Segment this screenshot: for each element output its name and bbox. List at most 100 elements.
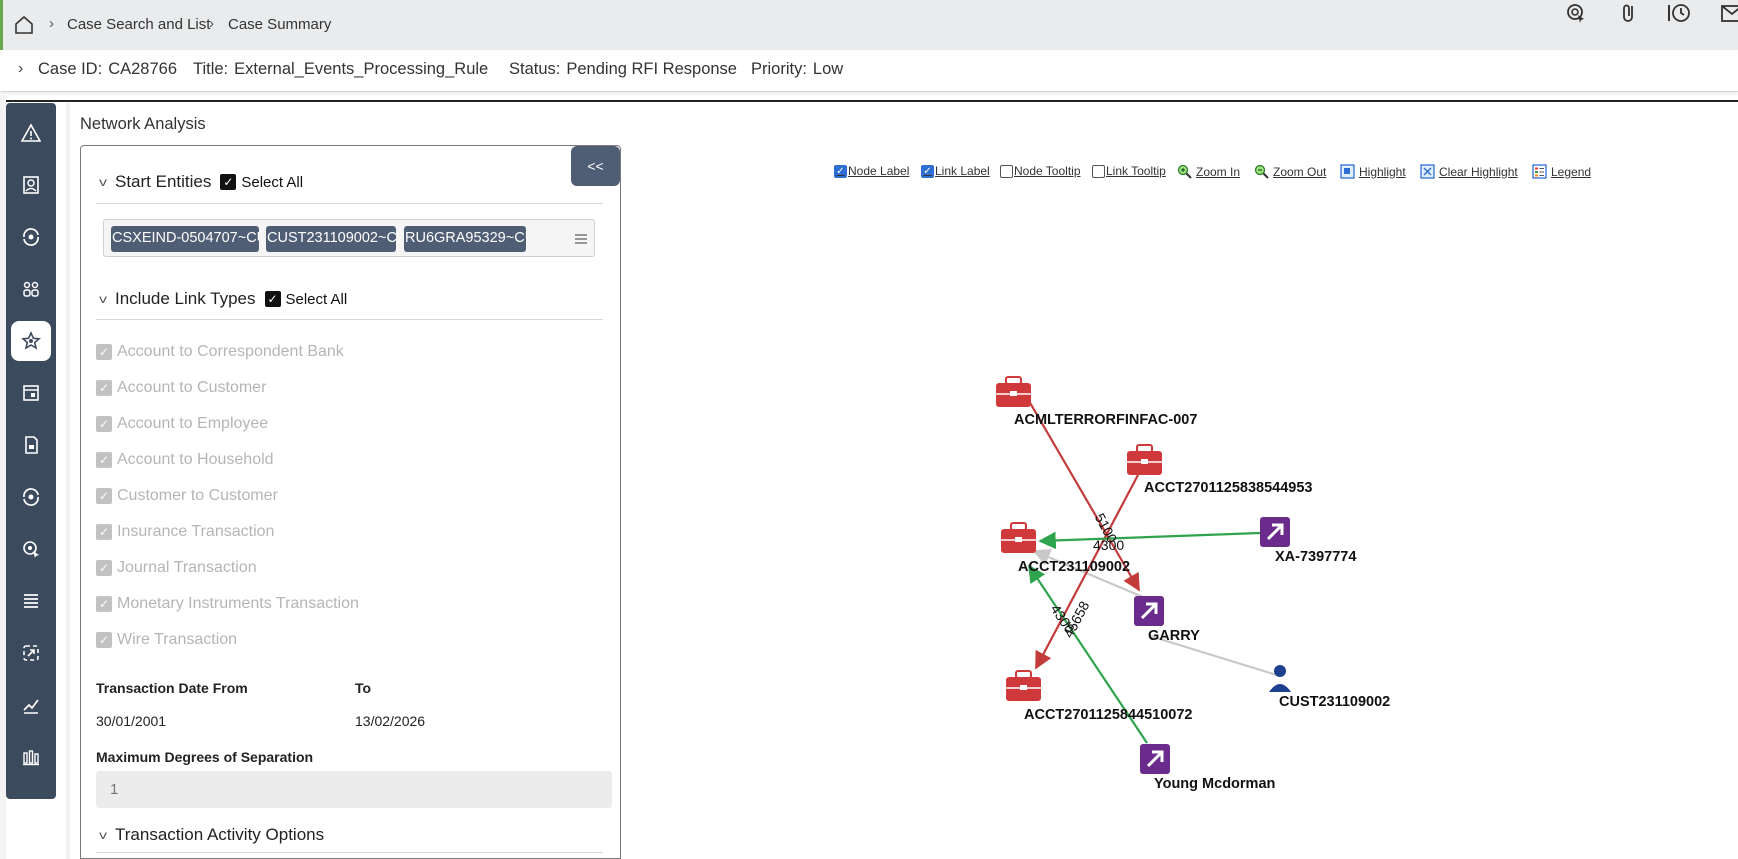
zoom-out-label: Zoom Out (1273, 164, 1327, 179)
checkbox[interactable]: ✓ (921, 164, 934, 178)
customer-node[interactable]: CUST231109002 (1269, 665, 1390, 710)
checkbox[interactable]: ✓ (834, 164, 847, 178)
divider (96, 852, 603, 853)
link-label-toggle[interactable]: ✓ Link Label (921, 164, 990, 178)
link-type-option[interactable]: ✓ Account to Household (96, 451, 274, 469)
entity-chip[interactable]: CSXEIND-0504707~CU (111, 226, 259, 252)
link-type-option[interactable]: ✓ Wire Transaction (96, 631, 237, 649)
checkbox[interactable]: ✓ (96, 632, 112, 648)
checkbox[interactable]: ✓ (96, 560, 112, 576)
node-tooltip-text: Node Tooltip (1014, 164, 1081, 178)
highlight-button[interactable]: Highlight (1340, 164, 1406, 179)
page-title: Network Analysis (80, 115, 206, 133)
external-entity-node[interactable]: GARRY (1134, 596, 1200, 644)
network-analysis-nav-icon[interactable] (11, 321, 51, 361)
checkbox[interactable]: ✓ (96, 488, 112, 504)
link-type-option[interactable]: ✓ Insurance Transaction (96, 523, 274, 541)
chevron-down-icon: v (99, 175, 107, 189)
home-icon[interactable] (13, 14, 35, 36)
link-types-label: Include Link Types (115, 289, 256, 308)
zoom-out-button[interactable]: Zoom Out (1254, 164, 1326, 179)
breadcrumb-case-search[interactable]: Case Search and List (67, 16, 210, 33)
link-type-option[interactable]: ✓ Monetary Instruments Transaction (96, 595, 359, 613)
link-type-option[interactable]: ✓ Account to Customer (96, 379, 266, 397)
max-degree-input[interactable] (96, 771, 612, 808)
chevron-right-icon: › (209, 15, 214, 32)
collapse-panel-button[interactable]: << (571, 146, 620, 186)
top-bar: › Case Search and List › Case Summary (0, 0, 1738, 50)
case-id: Case ID: CA28766 (38, 60, 177, 78)
person-search-nav-icon[interactable] (11, 165, 51, 205)
divider (96, 319, 603, 320)
calendar-grid-nav-icon[interactable] (11, 373, 51, 413)
account-node[interactable]: ACMLTERRORFINFAC-007 (996, 376, 1197, 428)
paperclip-icon[interactable] (1616, 0, 1642, 26)
checkbox[interactable] (1000, 164, 1013, 178)
link-type-label: Account to Household (117, 451, 274, 468)
pointer-target-icon[interactable] (1563, 0, 1589, 26)
bar-chart-nav-icon[interactable] (11, 737, 51, 777)
chevron-down-icon: v (99, 828, 107, 842)
clear-highlight-label: Clear Highlight (1439, 164, 1518, 179)
start-entities-select-all-checkbox[interactable]: ✓ (220, 174, 237, 190)
link-type-option[interactable]: ✓ Account to Correspondent Bank (96, 343, 344, 361)
clear-highlight-button[interactable]: Clear Highlight (1420, 164, 1518, 179)
list-nav-icon[interactable] (11, 581, 51, 621)
link-type-option[interactable]: ✓ Account to Employee (96, 415, 268, 433)
checkbox[interactable]: ✓ (96, 524, 112, 540)
checkbox[interactable] (1092, 164, 1105, 178)
start-entities-multiselect[interactable]: CSXEIND-0504707~CU CUST231109002~CU RU6G… (103, 219, 595, 257)
history-icon[interactable] (1666, 0, 1692, 26)
graph-edge[interactable] (1038, 531, 1261, 550)
chevron-right-icon[interactable]: › (18, 60, 23, 78)
breadcrumb-case-summary[interactable]: Case Summary (228, 16, 331, 33)
account-node[interactable]: ACCT2701125844510072 (1006, 670, 1193, 723)
chevron-right-icon: › (49, 15, 54, 32)
link-types-header[interactable]: v Include Link Types ✓ Select All (99, 289, 348, 309)
entity-chip[interactable]: RU6GRA95329~CU (404, 226, 526, 252)
zoom-in-button[interactable]: Zoom In (1177, 164, 1240, 179)
pointer-target-nav-icon[interactable] (11, 529, 51, 569)
date-from-field[interactable]: 30/01/2001 (96, 713, 166, 729)
start-entities-header[interactable]: v Start Entities ✓ Select All (99, 172, 303, 192)
case-priority: Priority: Low (751, 60, 844, 78)
refresh-eye-nav-icon[interactable] (11, 217, 51, 257)
checkbox[interactable]: ✓ (96, 452, 112, 468)
refresh-eye-nav-icon-2[interactable] (11, 477, 51, 517)
activity-options-header[interactable]: v Transaction Activity Options (99, 825, 324, 845)
checkbox[interactable]: ✓ (96, 380, 112, 396)
link-type-option[interactable]: ✓ Journal Transaction (96, 559, 257, 577)
node-tooltip-toggle[interactable]: Node Tooltip (1000, 164, 1081, 178)
checkbox[interactable]: ✓ (96, 416, 112, 432)
date-from-label: Transaction Date From (96, 680, 248, 696)
checkbox[interactable]: ✓ (96, 596, 112, 612)
link-type-label: Insurance Transaction (117, 523, 275, 540)
checkbox[interactable]: ✓ (96, 344, 112, 360)
growth-chart-nav-icon[interactable] (11, 685, 51, 725)
link-types-select-all-label: Select All (285, 290, 348, 308)
link-tooltip-toggle[interactable]: Link Tooltip (1092, 164, 1166, 178)
node-label-toggle[interactable]: ✓ Node Label (834, 164, 909, 178)
legend-button[interactable]: Legend (1532, 164, 1591, 179)
list-menu-icon[interactable] (574, 232, 588, 246)
document-lock-nav-icon[interactable] (11, 425, 51, 465)
network-graph[interactable]: 5100 4300 45658 4300 ACMLTERRORFINFAC-00… (620, 190, 1738, 859)
case-title: Title: External_Events_Processing_Rule (193, 60, 489, 78)
account-node[interactable]: ACCT2701125838544953 (1127, 444, 1313, 496)
people-nav-icon[interactable] (11, 269, 51, 309)
edge-label: 4300 (1093, 537, 1124, 553)
external-entity-node[interactable]: Young Mcdorman (1140, 744, 1275, 792)
link-type-option[interactable]: ✓ Customer to Customer (96, 487, 278, 505)
alert-nav-icon[interactable] (11, 113, 51, 153)
case-header: › Case ID: CA28766 Title: External_Events_… (0, 50, 1738, 92)
mail-icon[interactable] (1719, 0, 1738, 26)
date-to-field[interactable]: 13/02/2026 (355, 713, 425, 729)
content-strip (66, 103, 70, 859)
external-entity-node[interactable]: XA-7397774 (1260, 517, 1356, 565)
node-label: ACMLTERRORFINFAC-007 (1014, 412, 1197, 428)
expand-arrows-nav-icon[interactable] (11, 633, 51, 673)
entity-chip[interactable]: CUST231109002~CU (266, 226, 396, 252)
node-label: ACCT2701125844510072 (1024, 707, 1193, 723)
link-types-select-all-checkbox[interactable]: ✓ (264, 291, 281, 307)
link-type-label: Account to Customer (117, 379, 267, 396)
